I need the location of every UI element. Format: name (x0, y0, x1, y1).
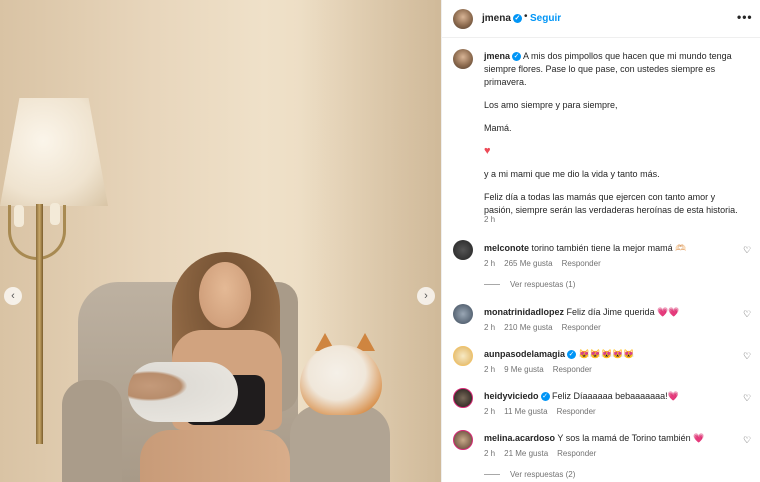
reply-button[interactable]: Responder (557, 407, 596, 416)
reply-button[interactable]: Responder (562, 323, 601, 332)
like-heart-icon[interactable]: ♡ (743, 393, 751, 404)
comment: aunpasodelamagia ✓ 😻😻😻😻😻 2 h 9 Me gusta Res… (442, 346, 760, 388)
avatar[interactable] (453, 240, 473, 260)
caption-line: A mis dos pimpollos que hacen que mi mun… (484, 51, 732, 87)
comment-time[interactable]: 2 h (484, 323, 495, 332)
comment-time[interactable]: 2 h (484, 407, 495, 416)
post-header: jmena ✓ • Seguir ••• (442, 0, 760, 38)
comment-likes[interactable]: 11 Me gusta (504, 407, 547, 416)
chevron-right-icon: › (424, 290, 428, 302)
comment-likes[interactable]: 210 Me gusta (504, 323, 552, 332)
caption-line: Mamá. (484, 123, 512, 133)
comment-username[interactable]: heidyviciedo (484, 391, 539, 401)
lamp-bulb (14, 205, 24, 227)
comment: melconote torino también tiene la mejor … (442, 240, 760, 282)
comment-username[interactable]: monatrinidadlopez (484, 307, 564, 317)
verified-badge-icon: ✓ (512, 52, 522, 62)
armchair-left-arm (62, 380, 122, 482)
lamp-bulb (50, 203, 60, 225)
like-heart-icon[interactable]: ♡ (743, 435, 751, 446)
avatar[interactable] (453, 304, 473, 324)
comment-time[interactable]: 2 h (484, 449, 495, 458)
follow-button[interactable]: Seguir (530, 13, 561, 24)
comment: monatrinidadlopez Feliz día Jime querida… (442, 304, 760, 346)
comment-username[interactable]: melina.acardoso (484, 433, 555, 443)
cat (300, 345, 382, 415)
verified-badge-icon: ✓ (512, 13, 522, 23)
avatar[interactable] (453, 430, 473, 450)
avatar[interactable] (453, 346, 473, 366)
caption-username[interactable]: jmena (484, 51, 510, 61)
comment-username[interactable]: aunpasodelamagia (484, 349, 565, 359)
comment: melina.acardoso Y sos la mamá de Torino … (442, 430, 760, 472)
woman-legs (140, 430, 290, 482)
post-photo[interactable]: ‹ › (0, 0, 441, 482)
reply-button[interactable]: Responder (562, 259, 601, 268)
heart-emoji-icon: ♥ (484, 145, 491, 157)
chevron-left-icon: ‹ (11, 290, 15, 302)
prev-photo-button[interactable]: ‹ (4, 287, 22, 305)
comment-time[interactable]: 2 h (484, 259, 495, 268)
comment: heidyviciedo ✓ Feliz Díaaaaaa bebaaaaaaa!… (442, 388, 760, 430)
comment-text: Y sos la mamá de Torino también 💗 (557, 433, 705, 443)
avatar[interactable] (453, 9, 473, 29)
caption-line: Los amo siempre y para siempre, (484, 100, 618, 110)
armchair-right-arm (290, 405, 390, 482)
verified-badge-icon: ✓ (540, 392, 550, 402)
view-replies-button[interactable]: Ver respuestas (2) (484, 470, 575, 479)
woman-face (199, 262, 251, 328)
baby (128, 362, 238, 422)
separator-dot: • (524, 11, 528, 22)
reply-button[interactable]: Responder (553, 365, 592, 374)
comment-text: Feliz Díaaaaaa bebaaaaaaa!💗 (552, 391, 679, 401)
reply-button[interactable]: Responder (557, 449, 596, 458)
caption-avatar[interactable] (453, 49, 473, 69)
like-heart-icon[interactable]: ♡ (743, 309, 751, 320)
verified-badge-icon: ✓ (567, 350, 577, 360)
caption-timestamp[interactable]: 2 h (484, 215, 495, 224)
view-replies-button[interactable]: Ver respuestas (1) (484, 280, 575, 289)
post-author-username[interactable]: jmena (482, 13, 511, 24)
caption-line: y a mi mami que me dio la vida y tanto m… (484, 169, 660, 179)
comment-text: torino también tiene la mejor mamá 🫶🏻 (531, 243, 687, 253)
post-caption: jmena ✓ A mis dos pimpollos que hacen que… (484, 50, 746, 227)
comment-likes[interactable]: 9 Me gusta (504, 365, 544, 374)
post-panel: jmena ✓ • Seguir ••• jmena ✓ A mis dos pim… (441, 0, 760, 482)
caption-line: Feliz día a todas las mamás que ejercen … (484, 192, 738, 215)
comment-username[interactable]: melconote (484, 243, 529, 253)
like-heart-icon[interactable]: ♡ (743, 351, 751, 362)
next-photo-button[interactable]: › (417, 287, 435, 305)
comment-time[interactable]: 2 h (484, 365, 495, 374)
comment-likes[interactable]: 21 Me gusta (504, 449, 548, 458)
comment-text: Feliz día Jime querida 💗💗 (566, 307, 680, 317)
like-heart-icon[interactable]: ♡ (743, 245, 751, 256)
lamp-shade (0, 98, 108, 206)
comment-text: 😻😻😻😻😻 (578, 349, 635, 359)
comment-likes[interactable]: 265 Me gusta (504, 259, 552, 268)
avatar[interactable] (453, 388, 473, 408)
lamp-pole (36, 204, 43, 444)
more-options-icon[interactable]: ••• (737, 10, 753, 24)
